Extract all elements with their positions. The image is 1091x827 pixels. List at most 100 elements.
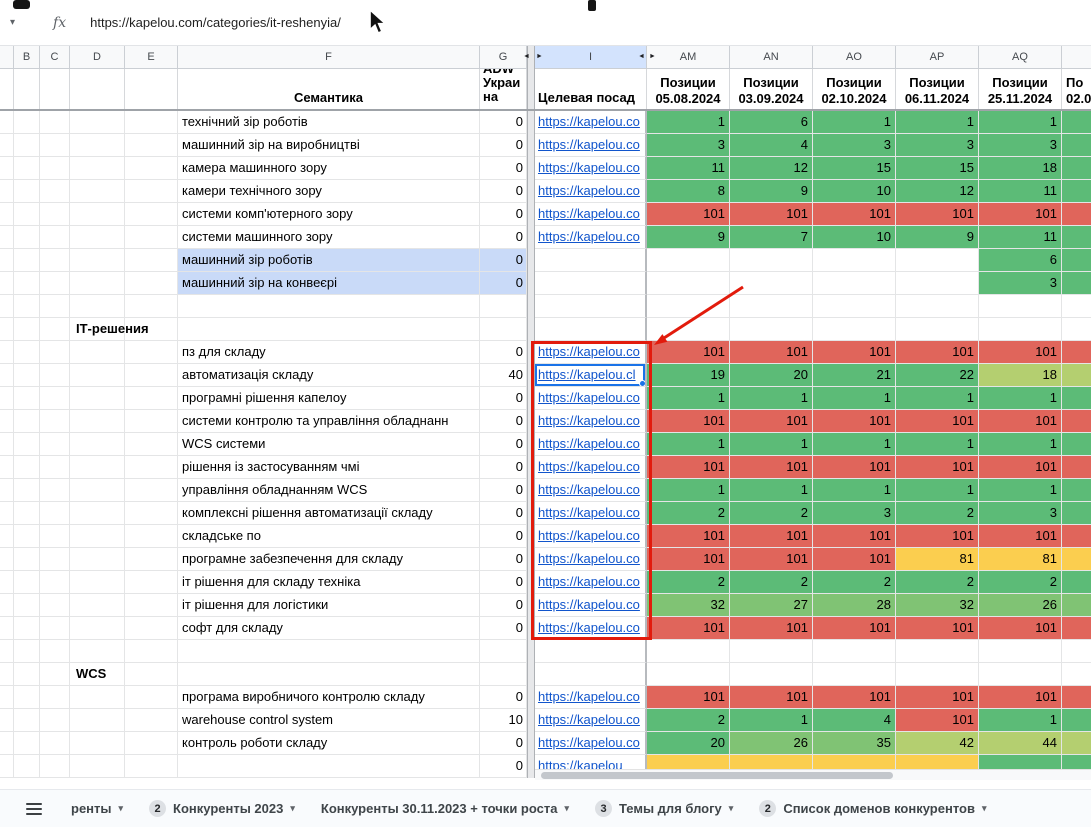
target-url-link[interactable]: https://kapelou.co xyxy=(535,617,645,639)
cell-position-partial[interactable] xyxy=(1062,272,1091,295)
cell[interactable] xyxy=(125,755,178,778)
cell-frequency[interactable] xyxy=(480,318,527,341)
cell-semantics[interactable]: програмне забезпечення для складу xyxy=(178,548,480,571)
cell[interactable] xyxy=(0,571,14,594)
cell-position[interactable]: 101 xyxy=(896,203,979,226)
cell-frequency[interactable]: 0 xyxy=(480,249,527,272)
cell-position[interactable]: 9 xyxy=(896,226,979,249)
cell[interactable] xyxy=(125,410,178,433)
cell-target-url[interactable]: https://kapelou.co xyxy=(535,548,647,571)
cell-target-url[interactable]: https://kapelou.co xyxy=(535,111,647,134)
cell-position[interactable] xyxy=(647,272,730,295)
target-url-link[interactable]: https://kapelou.co xyxy=(535,732,645,754)
cell[interactable] xyxy=(125,456,178,479)
cell-position[interactable]: 101 xyxy=(647,548,730,571)
cell[interactable] xyxy=(14,387,40,410)
cell[interactable] xyxy=(14,157,40,180)
cell-position[interactable] xyxy=(813,272,896,295)
cell[interactable] xyxy=(0,272,14,295)
cell-position[interactable]: 101 xyxy=(647,686,730,709)
cell-position[interactable]: 101 xyxy=(979,410,1062,433)
cell-position[interactable]: 101 xyxy=(813,686,896,709)
target-url-link[interactable]: https://kapelou.co xyxy=(535,157,645,179)
cell-position[interactable] xyxy=(896,663,979,686)
cell[interactable] xyxy=(125,341,178,364)
cell-position[interactable]: 27 xyxy=(730,594,813,617)
cell[interactable] xyxy=(0,111,14,134)
cell-position[interactable]: 2 xyxy=(647,709,730,732)
cell[interactable] xyxy=(0,755,14,778)
cell-frequency[interactable]: 0 xyxy=(480,203,527,226)
cell[interactable] xyxy=(14,203,40,226)
chevron-down-icon[interactable]: ▾ xyxy=(982,803,987,814)
cell-position[interactable]: 101 xyxy=(647,341,730,364)
cell[interactable] xyxy=(40,249,70,272)
cell-target-url[interactable]: https://kapelou.co xyxy=(535,157,647,180)
sheet-tab[interactable]: Конкуренты 30.11.2023 + точки роста ▾ xyxy=(308,790,582,827)
cell[interactable] xyxy=(14,640,40,663)
cell[interactable] xyxy=(125,594,178,617)
target-url-link[interactable]: https://kapelou.co xyxy=(535,548,645,570)
section-label[interactable]: WCS xyxy=(70,663,125,686)
column-header-C[interactable]: C xyxy=(40,46,70,69)
cell-frequency[interactable] xyxy=(480,663,527,686)
cell-semantics[interactable]: системи контролю та управління обладнанн xyxy=(178,410,480,433)
cell-semantics[interactable] xyxy=(178,295,480,318)
cell[interactable] xyxy=(125,433,178,456)
cell-position[interactable]: 26 xyxy=(730,732,813,755)
cell-position-partial[interactable] xyxy=(1062,433,1091,456)
cell-frequency[interactable]: 0 xyxy=(480,594,527,617)
cell-position[interactable] xyxy=(813,249,896,272)
cell[interactable] xyxy=(0,502,14,525)
cell-position[interactable] xyxy=(896,295,979,318)
cell-target-url[interactable]: https://kapelou.co xyxy=(535,709,647,732)
cell-position[interactable]: 1 xyxy=(813,479,896,502)
cell-frequency[interactable] xyxy=(480,640,527,663)
cell-position[interactable]: 1 xyxy=(730,479,813,502)
cell-position[interactable]: 15 xyxy=(896,157,979,180)
cell-position[interactable] xyxy=(813,318,896,341)
cell[interactable] xyxy=(70,387,125,410)
column-header-B[interactable]: B xyxy=(14,46,40,69)
cell-semantics[interactable]: системи комп'ютерного зору xyxy=(178,203,480,226)
cell-position[interactable]: 101 xyxy=(730,410,813,433)
target-url-link[interactable]: https://kapelou.co xyxy=(535,502,645,524)
target-url-link[interactable]: https://kapelou.co xyxy=(535,571,645,593)
cell-position-partial[interactable] xyxy=(1062,640,1091,663)
cell-target-url[interactable] xyxy=(535,318,647,341)
cell-position[interactable]: 2 xyxy=(896,571,979,594)
cell[interactable] xyxy=(14,134,40,157)
cell-target-url[interactable] xyxy=(535,295,647,318)
cell-position-partial[interactable] xyxy=(1062,732,1091,755)
cell[interactable] xyxy=(0,433,14,456)
cell-target-url[interactable]: https://kapelou.co xyxy=(535,341,647,364)
cell-semantics[interactable]: пз для складу xyxy=(178,341,480,364)
cell[interactable] xyxy=(14,249,40,272)
cell-position-partial[interactable] xyxy=(1062,387,1091,410)
target-url-link[interactable]: https://kapelou.co xyxy=(535,479,645,501)
cell-position[interactable] xyxy=(730,249,813,272)
cell-semantics[interactable]: іт рішення для складу техніка xyxy=(178,571,480,594)
cell-frequency[interactable]: 0 xyxy=(480,617,527,640)
cell[interactable] xyxy=(125,686,178,709)
cell-position[interactable]: 1 xyxy=(813,433,896,456)
cell-position[interactable]: 15 xyxy=(813,157,896,180)
cell-target-url[interactable]: https://kapelou.co xyxy=(535,479,647,502)
cell-target-url[interactable]: https://kapelou.cl xyxy=(535,364,647,387)
cell-position[interactable] xyxy=(647,640,730,663)
cell-position[interactable]: 21 xyxy=(813,364,896,387)
cell-position[interactable]: 11 xyxy=(979,226,1062,249)
cell-position[interactable]: 101 xyxy=(730,203,813,226)
column-header-AM[interactable]: AM xyxy=(647,46,730,69)
cell-target-url[interactable]: https://kapelou.co xyxy=(535,686,647,709)
cell-semantics[interactable]: рішення із застосуванням чмі xyxy=(178,456,480,479)
cell-semantics[interactable]: warehouse control system xyxy=(178,709,480,732)
scrollbar-thumb[interactable] xyxy=(541,772,893,779)
cell[interactable] xyxy=(40,732,70,755)
cell[interactable] xyxy=(125,709,178,732)
cell[interactable] xyxy=(40,663,70,686)
cell[interactable] xyxy=(14,479,40,502)
cell[interactable] xyxy=(14,410,40,433)
cell-position[interactable]: 101 xyxy=(730,617,813,640)
cell[interactable] xyxy=(40,180,70,203)
